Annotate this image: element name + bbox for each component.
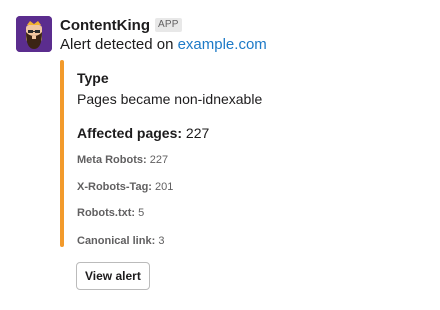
slack-message: ContentKing APP Alert detected on exampl… — [0, 0, 440, 310]
stat-label: Robots.txt: — [77, 207, 136, 219]
stat-value: 3 — [158, 235, 165, 247]
stat-label: Meta Robots: — [77, 154, 147, 166]
stat-label: X-Robots-Tag: — [77, 181, 152, 193]
stat-value: 227 — [149, 154, 169, 166]
sender-name[interactable]: ContentKing — [60, 17, 150, 34]
message-header: ContentKing APP — [60, 15, 182, 35]
bearded-king-icon — [16, 16, 52, 52]
affected-count: 227 — [185, 125, 210, 141]
stat-meta-robots: Meta Robots: 227 — [77, 153, 168, 167]
affected-pages: Affected pages: 227 — [77, 124, 209, 142]
stat-robots-txt: Robots.txt: 5 — [77, 206, 144, 220]
type-title: Type — [77, 70, 109, 86]
view-alert-button[interactable]: View alert — [76, 262, 150, 290]
avatar[interactable] — [16, 16, 52, 52]
affected-label: Affected pages: — [77, 125, 183, 141]
alert-prefix: Alert detected on — [60, 36, 178, 53]
app-badge: APP — [154, 18, 182, 32]
stat-value: 201 — [155, 181, 174, 193]
alert-text: Alert detected on example.com — [60, 35, 267, 55]
site-link[interactable]: example.com — [178, 36, 267, 53]
attachment-accent-bar — [60, 60, 64, 247]
stat-x-robots-tag: X-Robots-Tag: 201 — [77, 180, 173, 194]
alert-attachment: Type Pages became non-idnexable Affected… — [60, 60, 420, 247]
stat-canonical-link: Canonical link: 3 — [77, 234, 164, 248]
stat-label: Canonical link: — [77, 235, 156, 247]
type-value: Pages became non-idnexable — [77, 91, 263, 107]
stat-value: 5 — [138, 207, 145, 219]
